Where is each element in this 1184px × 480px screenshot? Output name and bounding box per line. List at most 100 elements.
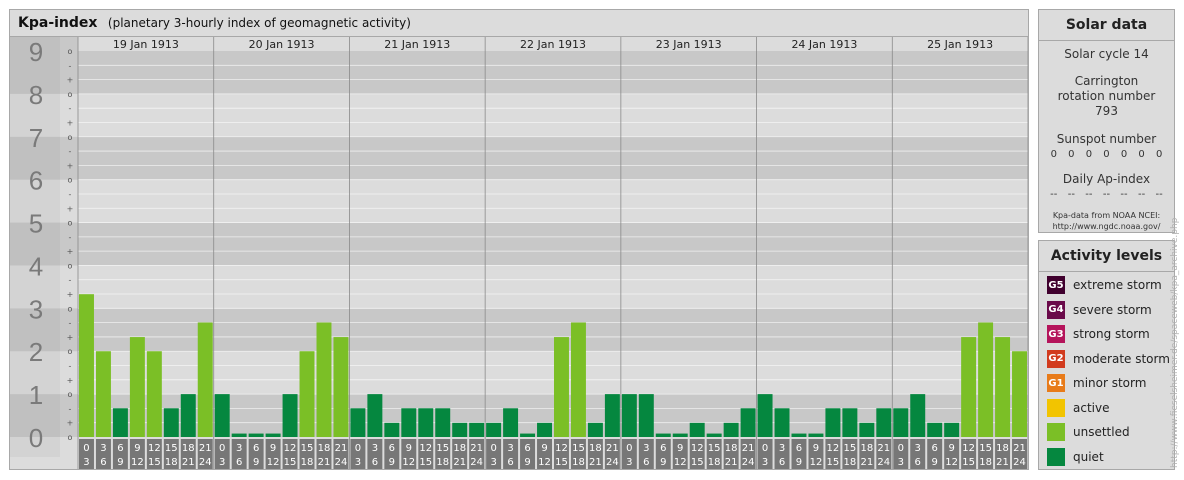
x-tick-start: 15	[301, 443, 314, 454]
y-band	[10, 93, 1028, 137]
x-tick-end: 12	[674, 457, 687, 468]
kp-bar	[893, 408, 909, 437]
x-tick-start: 18	[182, 443, 195, 454]
x-tick-start: 9	[948, 443, 954, 454]
x-tick-start: 0	[898, 443, 904, 454]
sub-tick-label: o	[68, 433, 73, 442]
legend-label: unsettled	[1073, 425, 1130, 440]
kp-bar	[180, 394, 196, 437]
x-tick-start: 3	[236, 443, 242, 454]
y-band	[10, 136, 1028, 180]
x-tick-end: 6	[372, 457, 378, 468]
sub-tick-label: -	[69, 362, 72, 371]
legend-item: active	[1039, 396, 1174, 421]
kp-bar	[350, 408, 366, 437]
x-tick-start: 15	[436, 443, 449, 454]
kp-bar	[384, 422, 400, 437]
legend-swatch	[1047, 398, 1065, 417]
x-tick-start: 12	[691, 443, 704, 454]
solar-cycle: Solar cycle 14	[1064, 47, 1149, 61]
x-tick-start: 21	[606, 443, 619, 454]
sub-tick-label: -	[69, 61, 72, 70]
x-tick-end: 18	[301, 457, 314, 468]
y-band	[10, 351, 1028, 395]
solar-data-header: Solar data	[1039, 10, 1174, 41]
x-tick-end: 9	[660, 457, 666, 468]
y-tick-label: 7	[29, 123, 43, 153]
sub-tick-label: +	[67, 333, 74, 342]
legend-swatch	[1047, 423, 1065, 442]
kp-bar	[774, 408, 790, 437]
chart-title-bar: Kpa-index (planetary 3-hourly index of g…	[10, 10, 1028, 37]
y-tick-label: 3	[29, 294, 43, 324]
legend-item: G5 extreme storm	[1039, 273, 1174, 298]
kp-bar	[112, 408, 128, 437]
x-tick-end: 21	[996, 457, 1009, 468]
ap-index-value: --	[1120, 189, 1128, 200]
legend-item: unsettled	[1039, 420, 1174, 445]
ap-index-value: --	[1085, 189, 1093, 200]
y-tick-label: 4	[29, 251, 43, 281]
x-tick-end: 24	[1013, 457, 1026, 468]
x-tick-start: 0	[219, 443, 225, 454]
x-tick-start: 9	[813, 443, 819, 454]
kp-bar	[95, 351, 111, 437]
y-band	[10, 308, 1028, 352]
legend-item: G1 minor storm	[1039, 371, 1174, 396]
legend-label: quiet	[1073, 449, 1104, 464]
kp-bar	[638, 394, 654, 437]
x-tick-start: 6	[117, 443, 123, 454]
x-tick-end: 6	[779, 457, 785, 468]
x-tick-end: 21	[182, 457, 195, 468]
kp-bar	[927, 422, 943, 437]
kp-bar	[944, 422, 960, 437]
x-tick-start: 3	[372, 443, 378, 454]
x-tick-end: 18	[165, 457, 178, 468]
x-tick-end: 6	[643, 457, 649, 468]
x-tick-start: 15	[708, 443, 721, 454]
sub-tick-label: +	[67, 376, 74, 385]
kp-bar	[503, 408, 519, 437]
x-tick-start: 0	[626, 443, 632, 454]
y-band	[10, 222, 1028, 266]
x-tick-end: 3	[219, 457, 225, 468]
x-tick-start: 21	[199, 443, 212, 454]
sub-tick-label: +	[67, 247, 74, 256]
kp-bar	[129, 337, 145, 437]
x-tick-start: 21	[470, 443, 483, 454]
kp-bar	[995, 337, 1011, 437]
sub-tick-label: +	[67, 204, 74, 213]
legend-swatch	[1047, 447, 1065, 466]
sub-tick-label: +	[67, 419, 74, 428]
x-tick-start: 6	[660, 443, 666, 454]
kp-bar	[299, 351, 315, 437]
x-tick-start: 0	[355, 443, 361, 454]
kp-bar	[689, 422, 705, 437]
sub-tick-label: o	[68, 219, 73, 228]
sub-tick-label: o	[68, 347, 73, 356]
x-tick-end: 9	[253, 457, 259, 468]
x-tick-end: 12	[402, 457, 415, 468]
sunspot-value: 0	[1050, 149, 1057, 160]
x-tick-end: 15	[284, 457, 297, 468]
kp-bar	[825, 408, 841, 437]
x-tick-start: 18	[725, 443, 738, 454]
x-tick-end: 21	[318, 457, 331, 468]
kp-bar	[604, 394, 620, 437]
kp-bar	[570, 322, 586, 437]
legend-swatch: G1	[1047, 374, 1065, 393]
sunspot-value: 0	[1103, 149, 1110, 160]
x-tick-end: 21	[725, 457, 738, 468]
x-tick-end: 6	[507, 457, 513, 468]
y-tick-label: 6	[29, 166, 43, 196]
x-tick-start: 0	[762, 443, 768, 454]
x-tick-start: 21	[335, 443, 348, 454]
legend-swatch: G4	[1047, 300, 1065, 319]
legend-item: G2 moderate storm	[1039, 347, 1174, 372]
kp-bar	[418, 408, 434, 437]
kp-bar	[469, 422, 485, 437]
x-tick-start: 6	[524, 443, 530, 454]
x-tick-end: 18	[436, 457, 449, 468]
kp-bar	[452, 422, 468, 437]
kp-bar	[537, 422, 552, 437]
